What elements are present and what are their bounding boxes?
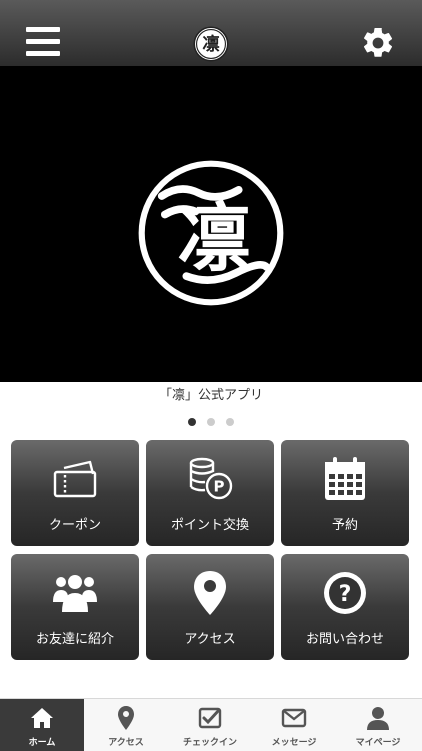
point-exchange-label: ポイント交換 bbox=[170, 518, 249, 533]
logo-icon: 凛 bbox=[193, 26, 229, 62]
hamburger-menu-icon[interactable] bbox=[26, 27, 60, 57]
app-header: 凛 bbox=[0, 0, 422, 66]
carousel-dot-active[interactable] bbox=[187, 418, 196, 426]
carousel-dots bbox=[0, 411, 422, 430]
carousel-dot[interactable] bbox=[226, 418, 235, 426]
reservation-button[interactable]: 予約 bbox=[281, 440, 409, 546]
calendar-icon bbox=[325, 457, 365, 500]
coins-icon: P bbox=[189, 457, 233, 500]
svg-text:凛: 凛 bbox=[202, 34, 220, 55]
svg-text:?: ? bbox=[339, 582, 352, 607]
tab-home[interactable]: ホーム bbox=[0, 699, 84, 751]
brand-logo-icon: 凛 bbox=[138, 160, 284, 306]
map-pin-icon bbox=[118, 706, 134, 730]
hero-banner: 凛 bbox=[0, 66, 422, 382]
refer-friend-label: お友達に紹介 bbox=[35, 632, 114, 647]
tab-access[interactable]: アクセス bbox=[84, 699, 168, 751]
access-label: アクセス bbox=[184, 632, 236, 647]
map-pin-icon bbox=[194, 571, 226, 615]
ticket-icon bbox=[53, 460, 97, 498]
person-icon bbox=[367, 707, 389, 730]
coupon-label: クーポン bbox=[48, 518, 101, 533]
tab-checkin[interactable]: チェックイン bbox=[168, 699, 252, 751]
bottom-tab-bar: ホーム アクセス チェックイン メッセージ マイページ bbox=[0, 698, 422, 751]
question-icon: ? bbox=[324, 572, 366, 614]
access-button[interactable]: アクセス bbox=[146, 554, 274, 660]
carousel-dot[interactable] bbox=[207, 418, 215, 426]
tab-checkin-label: チェックイン bbox=[182, 738, 237, 748]
tab-message-label: メッセージ bbox=[271, 738, 317, 748]
coupon-button[interactable]: クーポン bbox=[11, 440, 139, 546]
people-icon bbox=[53, 575, 97, 612]
point-exchange-button[interactable]: P ポイント交換 bbox=[146, 440, 274, 546]
tab-mypage[interactable]: マイページ bbox=[336, 699, 420, 751]
tab-message[interactable]: メッセージ bbox=[252, 699, 336, 751]
envelope-icon bbox=[281, 708, 307, 728]
svg-text:P: P bbox=[214, 478, 225, 496]
refer-friend-button[interactable]: お友達に紹介 bbox=[11, 554, 139, 660]
carousel-caption: 「凛」公式アプリ bbox=[158, 388, 263, 403]
contact-button[interactable]: ? お問い合わせ bbox=[281, 554, 409, 660]
svg-text:凛: 凛 bbox=[177, 196, 251, 282]
tab-home-label: ホーム bbox=[28, 738, 56, 748]
gear-icon[interactable] bbox=[360, 25, 396, 61]
tab-access-label: アクセス bbox=[108, 738, 144, 748]
tab-mypage-label: マイページ bbox=[355, 738, 401, 748]
checkin-icon bbox=[198, 707, 222, 729]
contact-label: お問い合わせ bbox=[305, 632, 384, 647]
reservation-label: 予約 bbox=[331, 518, 358, 533]
home-icon bbox=[31, 708, 53, 728]
